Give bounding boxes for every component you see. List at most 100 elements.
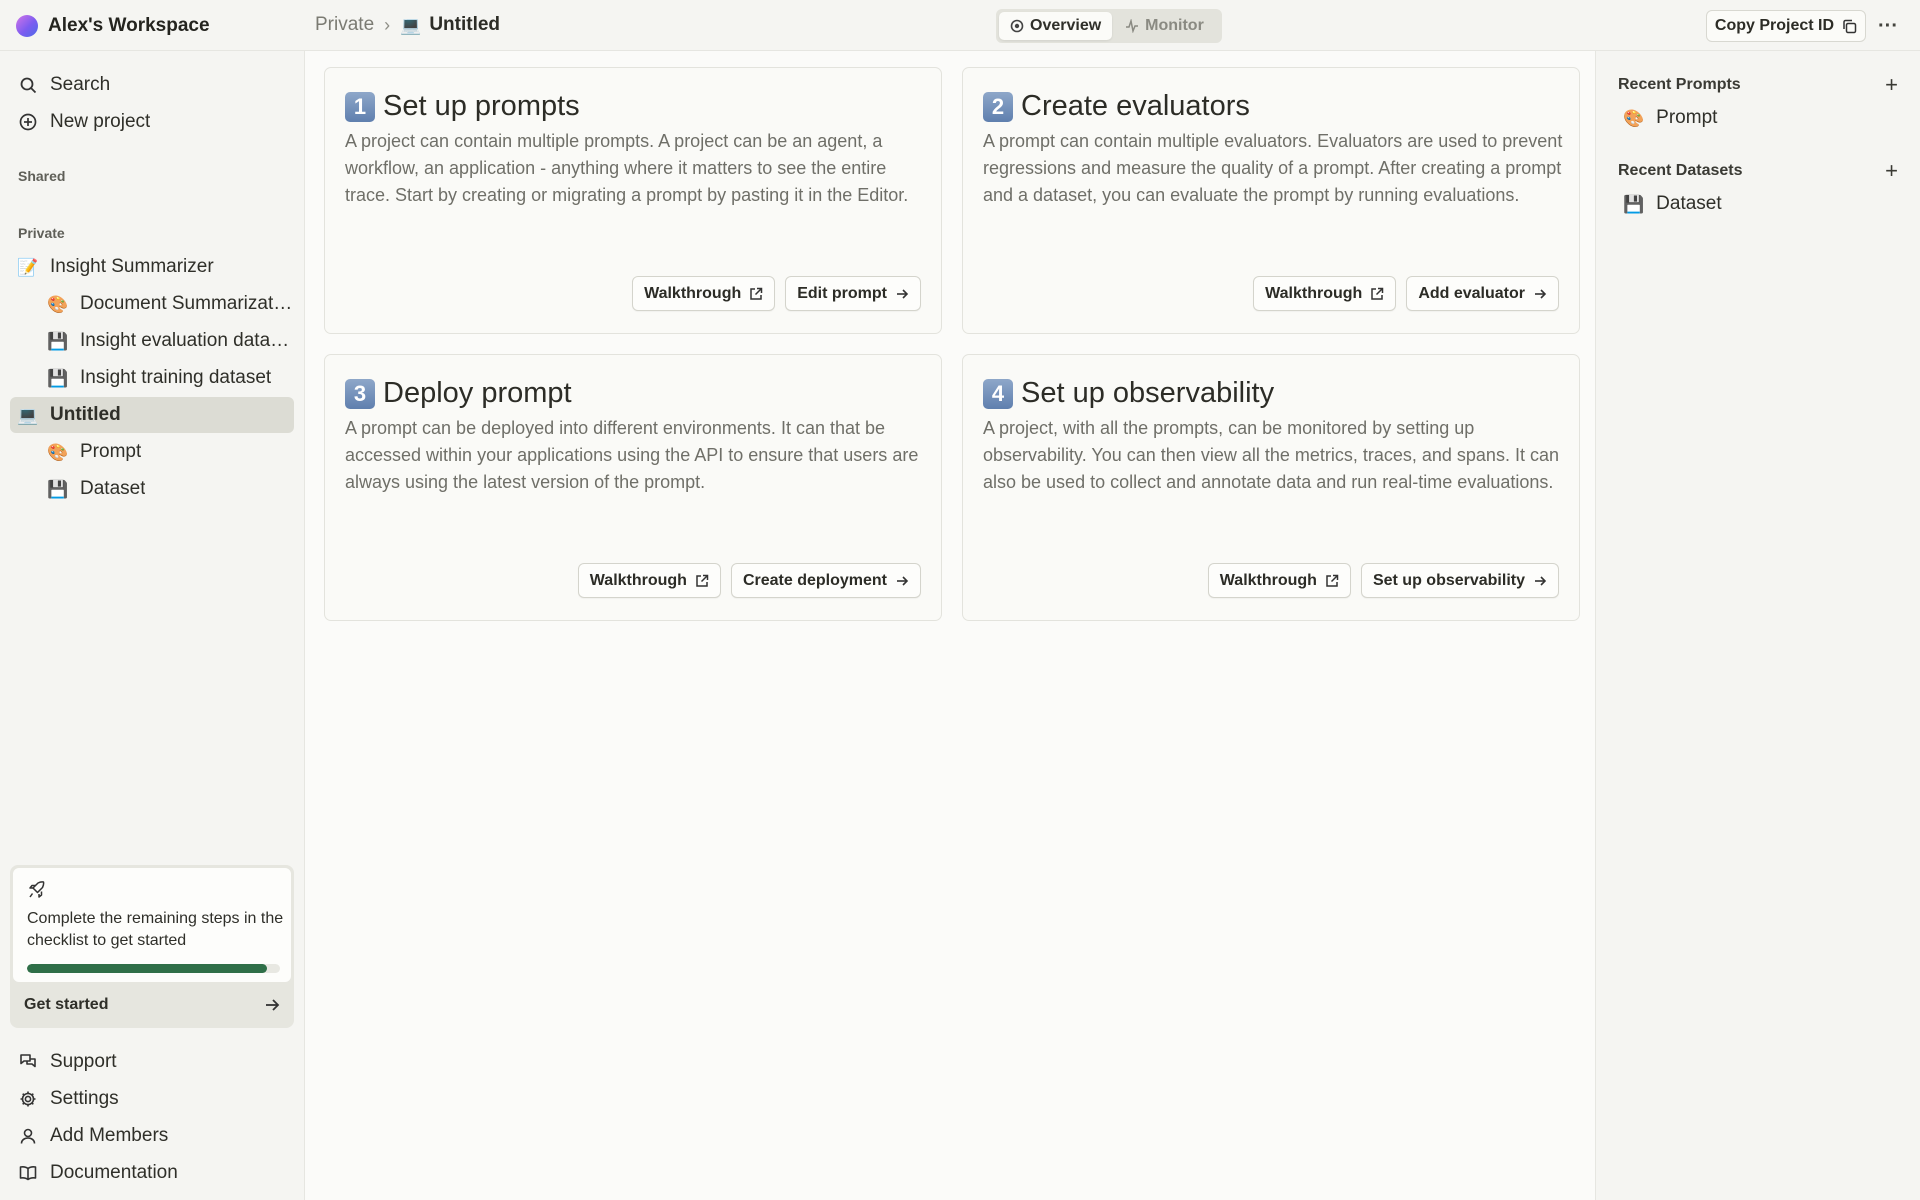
copy-project-id-button[interactable]: Copy Project ID xyxy=(1706,10,1866,42)
checklist-card: Complete the remaining steps in the chec… xyxy=(12,867,292,983)
laptop-icon: 💻 xyxy=(17,405,39,425)
breadcrumb-private[interactable]: Private xyxy=(315,14,374,36)
palette-icon: 🎨 xyxy=(47,294,69,314)
card-title-text: Create evaluators xyxy=(1021,90,1250,122)
palette-icon: 🎨 xyxy=(47,442,69,462)
recent-datasets-header: Recent Datasets + xyxy=(1618,158,1898,184)
copy-icon xyxy=(1843,19,1857,33)
checklist-progress-fill xyxy=(27,964,268,973)
floppy-disk-icon: 💾 xyxy=(47,368,69,388)
create-deployment-button[interactable]: Create deployment xyxy=(730,563,921,598)
create-deployment-label: Create deployment xyxy=(742,571,887,589)
breadcrumb-current[interactable]: 💻 Untitled xyxy=(400,14,500,36)
sidebar-item-label: Prompt xyxy=(80,441,142,462)
add-evaluator-button[interactable]: Add evaluator xyxy=(1406,276,1559,311)
breadcrumb-current-label: Untitled xyxy=(429,14,501,35)
gear-icon xyxy=(18,1089,38,1109)
checklist-progress-bar xyxy=(27,964,280,973)
walkthrough-button[interactable]: Walkthrough xyxy=(577,563,721,598)
floppy-disk-icon: 💾 xyxy=(47,331,69,351)
walkthrough-label: Walkthrough xyxy=(1219,571,1317,589)
support-label: Support xyxy=(50,1051,117,1072)
card-title: 3 Deploy prompt xyxy=(345,377,572,410)
recent-prompt-item[interactable]: 🎨 Prompt xyxy=(1623,107,1717,129)
main-content: 1 Set up prompts A project can contain m… xyxy=(304,51,1596,1200)
keycap-3-icon: 3 xyxy=(345,378,375,409)
card-title: 1 Set up prompts xyxy=(345,90,580,123)
checklist-text: Complete the remaining steps in the chec… xyxy=(27,910,284,949)
walkthrough-button[interactable]: Walkthrough xyxy=(1253,276,1397,311)
plus-circle-icon xyxy=(18,112,38,132)
floppy-disk-icon: 💾 xyxy=(47,479,69,499)
copy-project-id-label: Copy Project ID xyxy=(1714,17,1835,34)
view-switcher: Overview Monitor xyxy=(996,9,1222,43)
sidebar-item-insight-summarizer[interactable]: 📝 Insight Summarizer xyxy=(10,249,294,285)
sidebar-item-prompt[interactable]: 🎨 Prompt xyxy=(10,434,294,470)
workspace-name: Alex's Workspace xyxy=(48,15,210,36)
recent-dataset-item[interactable]: 💾 Dataset xyxy=(1623,193,1722,215)
sidebar-item-document-summarization[interactable]: 🎨 Document Summarization xyxy=(10,286,294,322)
floppy-disk-icon: 💾 xyxy=(1623,194,1645,214)
sidebar-support[interactable]: Support xyxy=(10,1044,294,1080)
arrow-right-icon xyxy=(897,575,909,586)
chat-icon xyxy=(18,1052,38,1072)
overview-icon xyxy=(1010,19,1024,33)
sidebar-item-untitled[interactable]: 💻 Untitled xyxy=(10,397,294,433)
walkthrough-button[interactable]: Walkthrough xyxy=(1207,563,1351,598)
sidebar-item-dataset[interactable]: 💾 Dataset xyxy=(10,471,294,507)
get-started-button[interactable]: Get started xyxy=(24,996,280,1014)
arrow-right-icon xyxy=(1535,288,1547,299)
external-link-icon xyxy=(1371,287,1384,300)
card-title-text: Set up prompts xyxy=(383,90,580,122)
add-members-label: Add Members xyxy=(50,1125,169,1146)
memo-icon: 📝 xyxy=(17,257,39,277)
sidebar-item-insight-training-dataset[interactable]: 💾 Insight training dataset xyxy=(10,360,294,396)
right-panel: Recent Prompts + 🎨 Prompt Recent Dataset… xyxy=(1597,51,1920,1200)
external-link-icon xyxy=(1326,574,1339,587)
recent-prompts-header: Recent Prompts + xyxy=(1618,72,1898,98)
tab-monitor-label: Monitor xyxy=(1145,17,1204,34)
book-icon xyxy=(18,1163,38,1183)
sidebar-item-label: Document Summarization xyxy=(80,293,294,314)
card-create-evaluators: 2 Create evaluators A prompt can contain… xyxy=(962,67,1580,334)
card-actions: Walkthrough Edit prompt xyxy=(632,276,921,311)
recent-prompts-label: Recent Prompts xyxy=(1618,76,1741,93)
card-description: A prompt can be deployed into different … xyxy=(345,418,919,492)
sidebar-documentation[interactable]: Documentation xyxy=(10,1155,294,1191)
add-dataset-button[interactable]: + xyxy=(1885,158,1898,184)
get-started-label: Get started xyxy=(24,996,109,1013)
more-options-button[interactable]: ··· xyxy=(1874,12,1902,40)
sidebar-new-project[interactable]: New project xyxy=(10,104,294,140)
breadcrumb-separator: › xyxy=(384,14,391,35)
add-prompt-button[interactable]: + xyxy=(1885,72,1898,98)
workspace-switcher[interactable]: Alex's Workspace xyxy=(16,13,210,39)
card-set-up-prompts: 1 Set up prompts A project can contain m… xyxy=(324,67,942,334)
sidebar-item-insight-evaluation-dataset[interactable]: 💾 Insight evaluation dataset xyxy=(10,323,294,359)
settings-label: Settings xyxy=(50,1088,119,1109)
sidebar: Search New project Shared Private 📝 Insi… xyxy=(0,51,304,1200)
external-link-icon xyxy=(696,574,709,587)
keycap-4-icon: 4 xyxy=(983,378,1013,409)
edit-prompt-button[interactable]: Edit prompt xyxy=(785,276,921,311)
recent-dataset-label: Dataset xyxy=(1656,193,1722,214)
sidebar-search[interactable]: Search xyxy=(10,67,294,103)
card-set-up-observability: 4 Set up observability A project, with a… xyxy=(962,354,1580,621)
card-title-text: Set up observability xyxy=(1021,377,1275,409)
sidebar-item-label: Insight evaluation dataset xyxy=(80,330,294,351)
recent-prompt-label: Prompt xyxy=(1656,107,1718,128)
set-up-observability-button[interactable]: Set up observability xyxy=(1360,563,1559,598)
tab-monitor[interactable]: Monitor xyxy=(1114,12,1215,40)
sidebar-add-members[interactable]: Add Members xyxy=(10,1118,294,1154)
set-up-observability-label: Set up observability xyxy=(1372,571,1525,589)
arrow-right-icon xyxy=(266,999,280,1011)
walkthrough-label: Walkthrough xyxy=(589,571,687,589)
sidebar-settings[interactable]: Settings xyxy=(10,1081,294,1117)
card-actions: Walkthrough Create deployment xyxy=(577,563,921,598)
keycap-2-icon: 2 xyxy=(983,91,1013,122)
card-actions: Walkthrough Set up observability xyxy=(1207,563,1559,598)
walkthrough-button[interactable]: Walkthrough xyxy=(632,276,776,311)
tab-overview[interactable]: Overview xyxy=(999,12,1113,40)
workspace-logo xyxy=(16,15,38,37)
card-description: A project, with all the prompts, can be … xyxy=(983,418,1559,492)
documentation-label: Documentation xyxy=(50,1162,178,1183)
